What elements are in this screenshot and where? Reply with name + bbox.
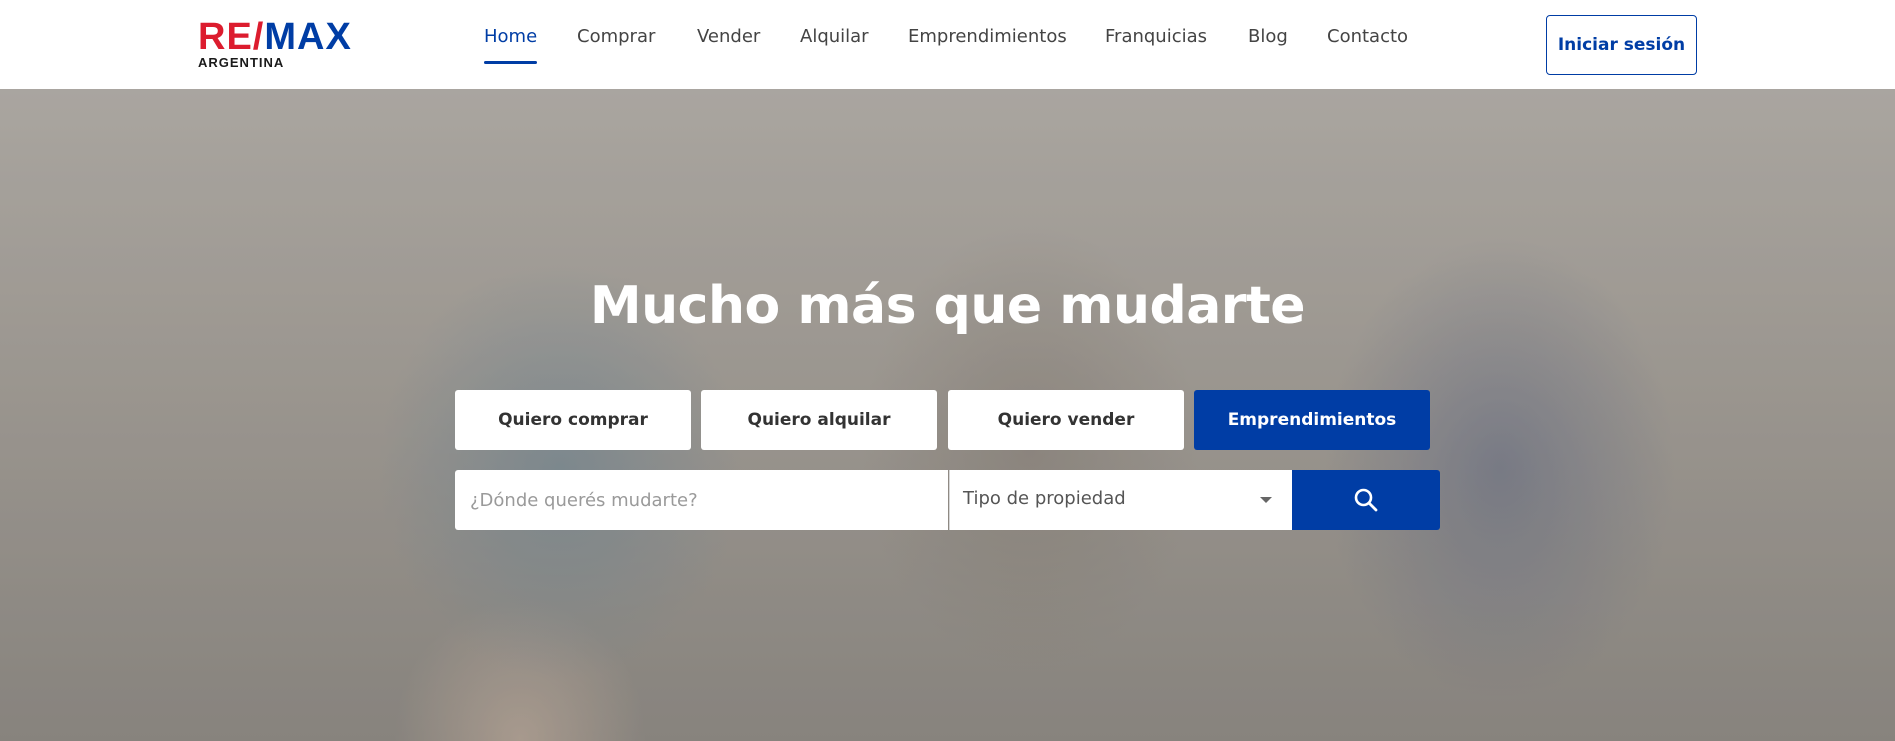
search-button[interactable] (1292, 470, 1440, 530)
tab-quiero-alquilar[interactable]: Quiero alquilar (701, 390, 937, 450)
location-search-input[interactable] (455, 470, 948, 530)
nav-item-comprar[interactable]: Comprar (577, 26, 655, 66)
hero-title: Mucho más que mudarte (589, 276, 1306, 336)
logo-country: ARGENTINA (198, 55, 285, 70)
tab-emprendimientos[interactable]: Emprendimientos (1194, 390, 1430, 450)
nav-item-vender[interactable]: Vender (697, 26, 760, 66)
nav-item-contacto[interactable]: Contacto (1327, 26, 1408, 66)
nav-item-emprendimientos[interactable]: Emprendimientos (908, 26, 1067, 66)
property-type-label: Tipo de propiedad (963, 488, 1126, 509)
top-navbar: RE/MAX ARGENTINA Home Comprar Vender Alq… (0, 0, 1895, 89)
logo-wordmark: RE/MAX (198, 16, 352, 58)
tab-quiero-comprar[interactable]: Quiero comprar (455, 390, 691, 450)
remax-logo[interactable]: RE/MAX ARGENTINA (198, 16, 352, 70)
dropdown-caret-icon (1260, 497, 1272, 503)
search-icon (1354, 488, 1378, 512)
property-type-select[interactable]: Tipo de propiedad (949, 470, 1292, 530)
nav-item-franquicias[interactable]: Franquicias (1105, 26, 1207, 66)
nav-item-home[interactable]: Home (484, 26, 538, 66)
login-button[interactable]: Iniciar sesión (1546, 15, 1697, 75)
hero-banner: Mucho más que mudarte Quiero comprar Qui… (0, 89, 1895, 741)
nav-item-blog[interactable]: Blog (1248, 26, 1288, 66)
nav-item-alquilar[interactable]: Alquilar (800, 26, 869, 66)
tab-quiero-vender[interactable]: Quiero vender (948, 390, 1184, 450)
